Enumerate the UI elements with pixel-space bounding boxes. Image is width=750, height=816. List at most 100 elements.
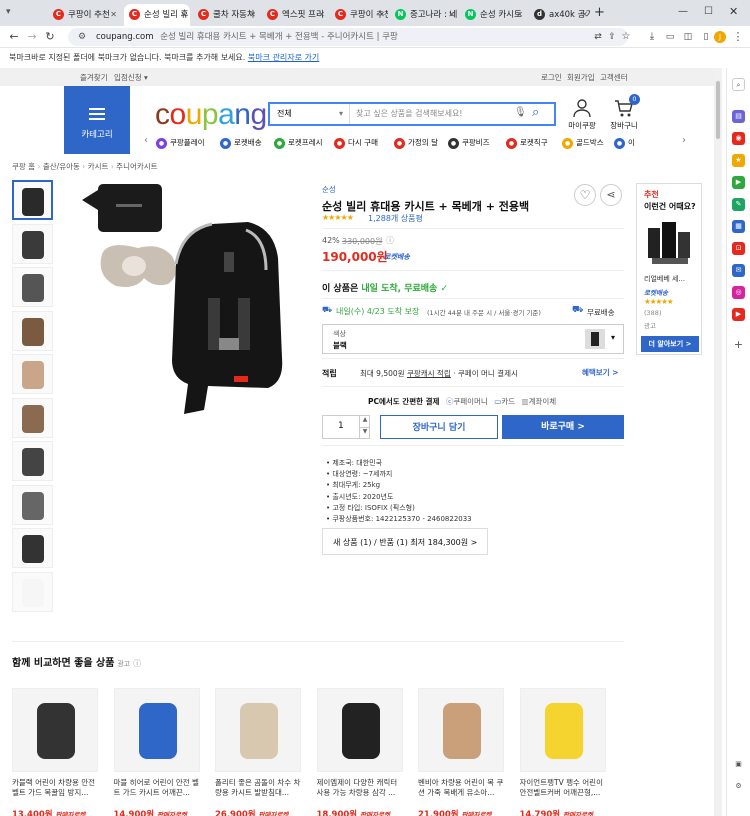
- close-tab-icon[interactable]: ✕: [318, 4, 325, 26]
- page-scrollbar[interactable]: [714, 68, 722, 816]
- browser-tab[interactable]: C 쿨차 자동차 ✕: [193, 4, 259, 26]
- shopping-icon[interactable]: ◉: [732, 132, 745, 145]
- thumbnail-image[interactable]: [12, 180, 53, 220]
- breadcrumb-home[interactable]: 쿠팡 홈: [12, 162, 35, 171]
- thumbnail-image[interactable]: [12, 267, 53, 307]
- office-icon[interactable]: ▦: [732, 220, 745, 233]
- compare-product-name[interactable]: 제이엠제이 다양한 캐릭터 사용 가능 차량용 삼각 ...: [317, 778, 405, 808]
- minimize-icon[interactable]: —: [678, 6, 688, 17]
- mypage-button[interactable]: 마이쿠팡: [562, 98, 602, 131]
- option-select[interactable]: 색상 블랙 ▾: [322, 324, 624, 354]
- reload-icon[interactable]: ↻: [42, 29, 58, 45]
- points-cash-link[interactable]: 쿠팡캐시 적립: [407, 369, 451, 378]
- compare-product-name[interactable]: 벤비아 차량용 어린이 목 쿠션 가죽 목배게 유소아...: [418, 778, 506, 808]
- shortcut-prev-icon[interactable]: ‹: [144, 135, 148, 146]
- category-button[interactable]: 카테고리: [64, 86, 130, 154]
- youtube-icon[interactable]: ▶: [732, 308, 745, 321]
- other-sellers-button[interactable]: 새 상품 (1) / 반품 (1) 최저 184,300원 >: [322, 528, 489, 555]
- ad-info-icon[interactable]: ⓘ: [133, 659, 141, 668]
- shortcut-item[interactable]: ● 쿠팡플레이: [156, 136, 205, 150]
- seller-apply-link[interactable]: 입점신청 ▾: [114, 72, 148, 83]
- close-window-icon[interactable]: ✕: [729, 5, 738, 18]
- signup-link[interactable]: 회원가입: [567, 72, 595, 83]
- close-tab-icon[interactable]: ✕: [249, 4, 256, 26]
- gear-icon[interactable]: ⚙: [732, 780, 745, 793]
- review-count-link[interactable]: 1,288개 상품평: [368, 213, 423, 224]
- games-icon[interactable]: ▶: [732, 176, 745, 189]
- compare-product-card[interactable]: 카블랙 어린이 차량용 안전벨트 가드 목꿀임 방지... 13,400원 판매자…: [12, 688, 100, 816]
- panel-settings-icon[interactable]: ▣: [732, 758, 745, 771]
- sidepanel-icon[interactable]: ▯: [698, 29, 714, 45]
- cart-button[interactable]: 장바구니 0: [604, 94, 644, 131]
- compare-product-image[interactable]: [12, 688, 98, 772]
- browser-tab[interactable]: C 쿠팡이 추천 ✕: [48, 4, 120, 26]
- thumbnail-image[interactable]: [12, 571, 53, 612]
- main-product-image[interactable]: [72, 180, 308, 416]
- thumbnail-image[interactable]: [12, 310, 53, 351]
- bag-icon[interactable]: ⊡: [732, 242, 745, 255]
- thumbnail-image[interactable]: [12, 484, 53, 525]
- extensions-icon[interactable]: ◫: [680, 29, 696, 45]
- search-input[interactable]: 찾고 싶은 상품을 검색해보세요!: [356, 104, 463, 124]
- quantity-value[interactable]: 1: [338, 421, 344, 431]
- maximize-icon[interactable]: ☐: [704, 6, 713, 17]
- price-info-icon[interactable]: ⓘ: [386, 235, 394, 246]
- instagram-icon[interactable]: ◎: [732, 286, 745, 299]
- buy-now-button[interactable]: 바로구매 >: [502, 415, 624, 439]
- browser-tab[interactable]: C 엑스핏 프리 ✕: [262, 4, 328, 26]
- compare-product-image[interactable]: [519, 688, 606, 772]
- site-info-icon[interactable]: ⚙: [78, 28, 86, 46]
- wishlist-heart-icon[interactable]: ♡: [574, 184, 596, 206]
- compare-product-card[interactable]: 폴리티 좋은 곰돌이 차수 차량용 카시트 발받침대... 26,900원 판매자…: [215, 688, 303, 816]
- favorites-link[interactable]: 즐겨찾기: [80, 72, 108, 83]
- ad-product-image[interactable]: [644, 218, 696, 268]
- benefit-link[interactable]: 혜택보기 >: [582, 367, 619, 378]
- browser-tab[interactable]: C 순성 빌리 휴 ✕: [124, 4, 190, 26]
- compare-product-name[interactable]: 마블 히어로 어린이 안전 벨트 가드 카시트 어깨끈...: [114, 778, 202, 808]
- shortcut-item[interactable]: ● 골드박스: [562, 136, 604, 150]
- compare-product-card[interactable]: 벤비아 차량용 어린이 목 쿠션 가죽 목배게 유소아... 21,900원 판매…: [418, 688, 506, 816]
- compare-product-card[interactable]: 자이언트펭TV 펭수 어린이 안전벨트커버 어깨끈형,... 14,790원 판매…: [519, 688, 608, 816]
- bookmark-star-icon[interactable]: ☆: [618, 29, 634, 45]
- download-icon[interactable]: ⤓: [644, 29, 660, 45]
- share-icon[interactable]: ⋖: [600, 184, 622, 206]
- shortcut-item[interactable]: ● 가정의 달: [394, 136, 438, 150]
- shortcut-item[interactable]: ● 로켓직구: [506, 136, 548, 150]
- add-panel-icon[interactable]: +: [732, 338, 745, 351]
- close-tab-icon[interactable]: ✕: [110, 4, 117, 26]
- mic-icon[interactable]: 🎙: [514, 107, 527, 118]
- close-tab-icon[interactable]: ✕: [581, 4, 588, 26]
- coupang-logo[interactable]: coupang: [155, 98, 267, 132]
- shortcut-item[interactable]: ● 이: [614, 136, 635, 150]
- compare-product-card[interactable]: 마블 히어로 어린이 안전 벨트 가드 카시트 어깨끈... 14,900원 판매…: [113, 688, 202, 816]
- qty-down-icon[interactable]: ▼: [359, 427, 370, 438]
- forward-arrow-icon[interactable]: →: [24, 29, 40, 45]
- thumbnail-image[interactable]: [12, 441, 53, 481]
- favorites-icon[interactable]: ★: [732, 154, 745, 167]
- compare-product-name[interactable]: 카블랙 어린이 차량용 안전벨트 가드 목꿀임 방지...: [12, 778, 100, 808]
- thumbnail-image[interactable]: [12, 354, 53, 394]
- add-to-cart-button[interactable]: 장바구니 담기: [380, 415, 498, 439]
- compare-product-image[interactable]: [418, 688, 504, 772]
- search-category-select[interactable]: 전체 ▾: [270, 104, 350, 124]
- compare-product-image[interactable]: [113, 688, 200, 772]
- compare-product-image[interactable]: [316, 688, 403, 772]
- brand-link[interactable]: 순성: [322, 184, 336, 195]
- close-tab-icon[interactable]: ✕: [448, 4, 455, 26]
- compare-product-name[interactable]: 폴리티 좋은 곰돌이 차수 차량용 카시트 발받침대...: [215, 778, 303, 808]
- tab-search-icon[interactable]: ▾: [6, 7, 18, 19]
- breadcrumb-carseat[interactable]: 카시트: [88, 162, 109, 171]
- ad-more-button[interactable]: 더 알아보기 >: [641, 336, 699, 352]
- shortcut-item[interactable]: ● 쿠팡비즈: [448, 136, 490, 150]
- outlook-icon[interactable]: ✉: [732, 264, 745, 277]
- login-link[interactable]: 로그인: [541, 72, 562, 83]
- compare-product-image[interactable]: [215, 688, 301, 772]
- shortcut-item[interactable]: ● 로켓프레시: [274, 136, 323, 150]
- browser-tab[interactable]: dax40k 공기청✕: [529, 4, 591, 26]
- tools-icon[interactable]: ✎: [732, 198, 745, 211]
- media-icon[interactable]: ▭: [662, 29, 678, 45]
- browser-tab[interactable]: C 쿠팡이 추천 ✕: [330, 4, 388, 26]
- thumbnail-image[interactable]: [12, 397, 53, 438]
- search-icon[interactable]: ⌕: [732, 78, 745, 91]
- menu-dots-icon[interactable]: ⋮: [730, 29, 746, 45]
